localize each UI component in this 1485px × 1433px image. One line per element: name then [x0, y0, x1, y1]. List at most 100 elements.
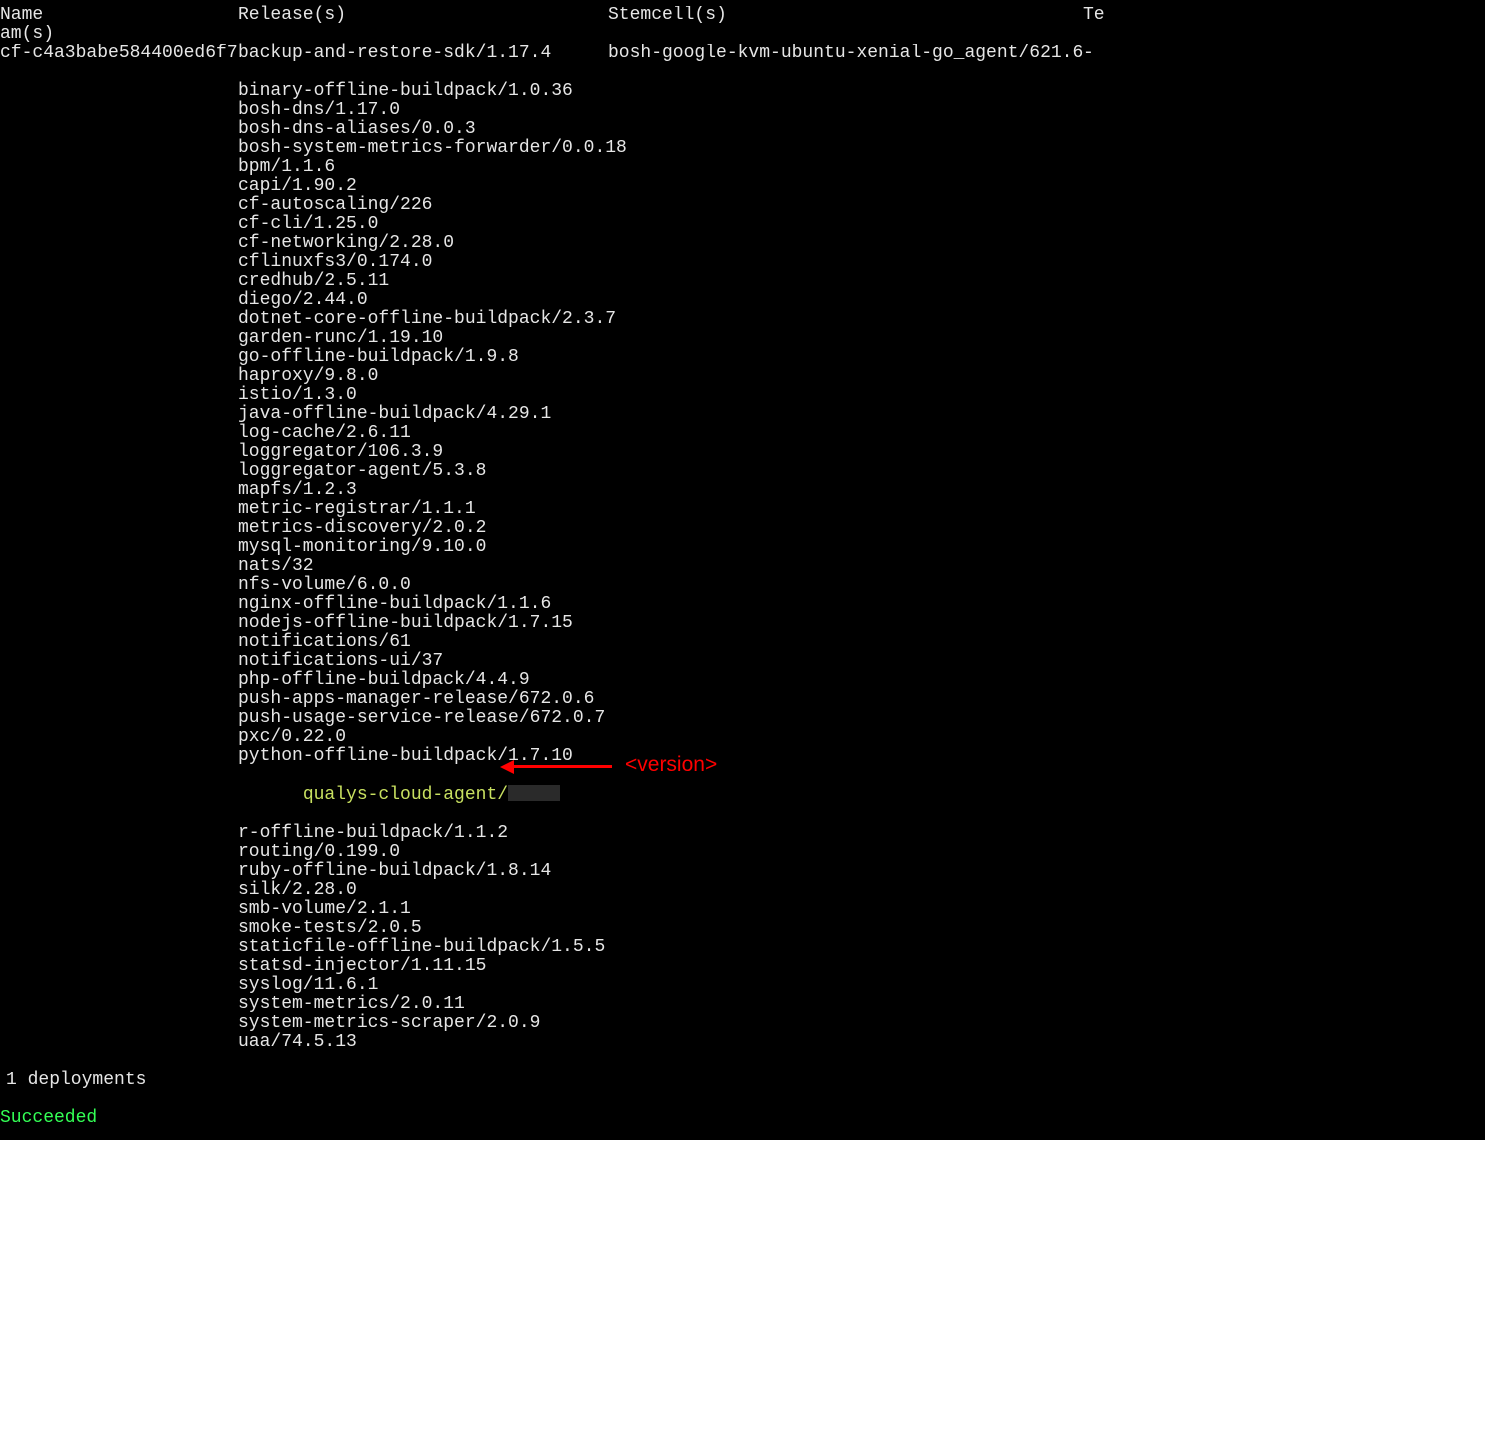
release-row: garden-runc/1.19.10 [0, 329, 1485, 348]
release-row: credhub/2.5.11 [0, 272, 1485, 291]
release-value: credhub/2.5.11 [238, 272, 608, 291]
release-value: garden-runc/1.19.10 [238, 329, 608, 348]
release-value: system-metrics/2.0.11 [238, 995, 608, 1014]
release-row: system-metrics-scraper/2.0.9 [0, 1014, 1485, 1033]
col-header-name-wrap: am(s) [0, 25, 238, 44]
status-row: Succeeded [0, 1109, 1485, 1128]
release-row: statsd-injector/1.11.15 [0, 957, 1485, 976]
release-value: routing/0.199.0 [238, 843, 608, 862]
release-row: r-offline-buildpack/1.1.2 [0, 824, 1485, 843]
release-row: cf-networking/2.28.0 [0, 234, 1485, 253]
release-value: mysql-monitoring/9.10.0 [238, 538, 608, 557]
release-row: istio/1.3.0 [0, 386, 1485, 405]
release-value: bosh-system-metrics-forwarder/0.0.18 [238, 139, 608, 158]
release-value: nfs-volume/6.0.0 [238, 576, 608, 595]
release-row: loggregator/106.3.9 [0, 443, 1485, 462]
release-row: php-offline-buildpack/4.4.9 [0, 671, 1485, 690]
release-row: bosh-system-metrics-forwarder/0.0.18 [0, 139, 1485, 158]
release-value: cflinuxfs3/0.174.0 [238, 253, 608, 272]
release-row: diego/2.44.0 [0, 291, 1485, 310]
release-row: routing/0.199.0 [0, 843, 1485, 862]
release-value: java-offline-buildpack/4.29.1 [238, 405, 608, 424]
release-row: pxc/0.22.0 [0, 728, 1485, 747]
release-value: nginx-offline-buildpack/1.1.6 [238, 595, 608, 614]
release-row: push-usage-service-release/672.0.7 [0, 709, 1485, 728]
release-row: binary-offline-buildpack/1.0.36 [0, 82, 1485, 101]
release-row: silk/2.28.0 [0, 881, 1485, 900]
header-row-2: am(s) [0, 25, 1485, 44]
release-row: metrics-discovery/2.0.2 [0, 519, 1485, 538]
release-row: syslog/11.6.1 [0, 976, 1485, 995]
col-header-release: Release(s) [238, 6, 608, 25]
release-value: smoke-tests/2.0.5 [238, 919, 608, 938]
release-row: staticfile-offline-buildpack/1.5.5 [0, 938, 1485, 957]
release-row: notifications-ui/37 [0, 652, 1485, 671]
header-row: Name Release(s) Stemcell(s) Te [0, 6, 1485, 25]
col-header-name: Name [0, 6, 238, 25]
release-value: notifications-ui/37 [238, 652, 608, 671]
release-first: backup-and-restore-sdk/1.17.4 [238, 44, 608, 63]
release-row: nginx-offline-buildpack/1.1.6 [0, 595, 1485, 614]
release-value: ruby-offline-buildpack/1.8.14 [238, 862, 608, 881]
release-row: haproxy/9.8.0 [0, 367, 1485, 386]
release-value: istio/1.3.0 [238, 386, 608, 405]
release-value: bosh-dns/1.17.0 [238, 101, 608, 120]
release-row: java-offline-buildpack/4.29.1 [0, 405, 1485, 424]
release-value: nats/32 [238, 557, 608, 576]
release-row: nats/32 [0, 557, 1485, 576]
release-row: bosh-dns-aliases/0.0.3 [0, 120, 1485, 139]
release-row: python-offline-buildpack/1.7.10 [0, 747, 1485, 766]
release-row: smoke-tests/2.0.5 [0, 919, 1485, 938]
release-value: silk/2.28.0 [238, 881, 608, 900]
release-row: cflinuxfs3/0.174.0 [0, 253, 1485, 272]
release-value: binary-offline-buildpack/1.0.36 [238, 82, 608, 101]
release-row: system-metrics/2.0.11 [0, 995, 1485, 1014]
release-value: uaa/74.5.13 [238, 1033, 608, 1052]
release-row: push-apps-manager-release/672.0.6 [0, 690, 1485, 709]
release-row-highlight: qualys-cloud-agent/ [0, 766, 1485, 824]
release-row: cf-cli/1.25.0 [0, 215, 1485, 234]
release-value: pxc/0.22.0 [238, 728, 608, 747]
release-value: statsd-injector/1.11.15 [238, 957, 608, 976]
release-row: cf-autoscaling/226 [0, 196, 1485, 215]
release-highlight-text: qualys-cloud-agent/ [303, 785, 508, 805]
release-row: capi/1.90.2 [0, 177, 1485, 196]
release-value: php-offline-buildpack/4.4.9 [238, 671, 608, 690]
release-row: loggregator-agent/5.3.8 [0, 462, 1485, 481]
release-value: syslog/11.6.1 [238, 976, 608, 995]
release-value: cf-autoscaling/226 [238, 196, 608, 215]
release-row: nodejs-offline-buildpack/1.7.15 [0, 614, 1485, 633]
release-row: bosh-dns/1.17.0 [0, 101, 1485, 120]
release-value: metric-registrar/1.1.1 [238, 500, 608, 519]
release-row: smb-volume/2.1.1 [0, 900, 1485, 919]
redacted-version [508, 785, 560, 801]
status-succeeded: Succeeded [0, 1109, 97, 1128]
col-header-stemcell: Stemcell(s) [608, 6, 1083, 25]
release-row: go-offline-buildpack/1.9.8 [0, 348, 1485, 367]
release-value: nodejs-offline-buildpack/1.7.15 [238, 614, 608, 633]
release-value: cf-networking/2.28.0 [238, 234, 608, 253]
release-row: uaa/74.5.13 [0, 1033, 1485, 1052]
release-value: bosh-dns-aliases/0.0.3 [238, 120, 608, 139]
release-value: go-offline-buildpack/1.9.8 [238, 348, 608, 367]
release-value: dotnet-core-offline-buildpack/2.3.7 [238, 310, 608, 329]
release-row: log-cache/2.6.11 [0, 424, 1485, 443]
release-value: bpm/1.1.6 [238, 158, 608, 177]
release-value: loggregator/106.3.9 [238, 443, 608, 462]
release-value: metrics-discovery/2.0.2 [238, 519, 608, 538]
release-row: mapfs/1.2.3 [0, 481, 1485, 500]
release-row: mysql-monitoring/9.10.0 [0, 538, 1485, 557]
release-value: push-apps-manager-release/672.0.6 [238, 690, 608, 709]
release-row: metric-registrar/1.1.1 [0, 500, 1485, 519]
release-value: capi/1.90.2 [238, 177, 608, 196]
terminal-screen: Name Release(s) Stemcell(s) Te am(s) cf-… [0, 0, 1485, 1140]
release-value: system-metrics-scraper/2.0.9 [238, 1014, 608, 1033]
release-row: ruby-offline-buildpack/1.8.14 [0, 862, 1485, 881]
release-value: smb-volume/2.1.1 [238, 900, 608, 919]
release-value: cf-cli/1.25.0 [238, 215, 608, 234]
annotation-label: <version> [625, 755, 717, 774]
deployment-name: cf-c4a3babe584400ed6f77 [0, 44, 238, 63]
release-value: log-cache/2.6.11 [238, 424, 608, 443]
release-value: haproxy/9.8.0 [238, 367, 608, 386]
release-value: loggregator-agent/5.3.8 [238, 462, 608, 481]
